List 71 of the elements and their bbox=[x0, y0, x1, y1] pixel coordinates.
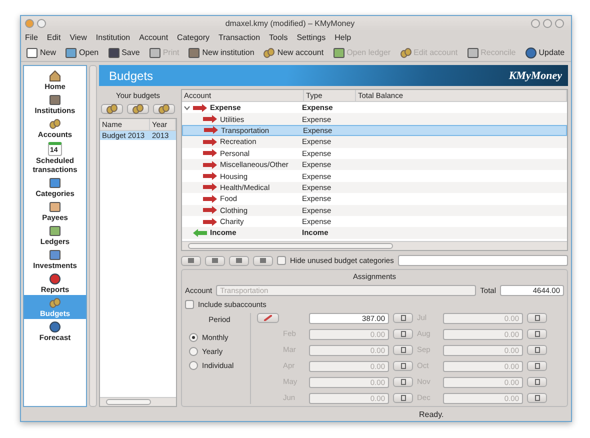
checkbox[interactable] bbox=[277, 256, 286, 265]
clear-button[interactable] bbox=[257, 313, 279, 323]
toolbar-button[interactable]: New bbox=[24, 46, 58, 58]
menu-item[interactable]: Category bbox=[177, 33, 210, 42]
right-arrow-icon bbox=[203, 206, 217, 214]
right-arrow-icon bbox=[203, 160, 217, 169]
calculator-button[interactable] bbox=[527, 329, 547, 339]
coins-icon bbox=[158, 103, 170, 115]
house-icon bbox=[49, 70, 61, 82]
right-arrow-icon bbox=[203, 115, 217, 124]
chevron-icon[interactable] bbox=[184, 104, 190, 111]
right-arrow-icon bbox=[203, 194, 217, 203]
coins-icon bbox=[106, 103, 118, 115]
toolbar-button[interactable]: New institution bbox=[186, 46, 256, 58]
calculator-button[interactable] bbox=[393, 345, 413, 355]
coins-icon bbox=[132, 103, 144, 115]
right-arrow-icon bbox=[203, 172, 217, 180]
menu-item[interactable]: Settings bbox=[296, 33, 326, 42]
calculator-button[interactable] bbox=[527, 345, 547, 355]
coins-icon bbox=[49, 118, 61, 130]
window-title: dmaxel.kmy (modified) – KMyMoney bbox=[224, 19, 356, 28]
right-arrow-icon bbox=[203, 183, 217, 192]
calculator-button[interactable] bbox=[527, 393, 547, 403]
status-text: Ready. bbox=[419, 410, 444, 418]
menu-item[interactable]: File bbox=[25, 33, 38, 42]
calculator-button[interactable] bbox=[527, 313, 547, 323]
search-field[interactable] bbox=[398, 255, 568, 266]
toolbar-button[interactable]: Open bbox=[63, 46, 101, 58]
coins-icon bbox=[49, 297, 61, 309]
scrollbar[interactable] bbox=[182, 241, 567, 250]
right-arrow-icon bbox=[203, 138, 217, 146]
toolbar-button[interactable]: Save bbox=[106, 46, 142, 58]
menu-item[interactable]: Tools bbox=[269, 33, 288, 42]
coins-icon bbox=[400, 46, 412, 58]
right-arrow-icon bbox=[204, 126, 218, 134]
save-button[interactable] bbox=[181, 256, 201, 266]
new-budget-button[interactable] bbox=[101, 104, 123, 114]
radio-button[interactable] bbox=[189, 361, 198, 370]
calculator-button[interactable] bbox=[393, 361, 413, 371]
menu-item[interactable]: View bbox=[70, 33, 87, 42]
right-arrow-icon bbox=[193, 104, 207, 112]
right-arrow-icon bbox=[203, 218, 217, 226]
zoom-out-button[interactable] bbox=[229, 256, 249, 266]
checkbox[interactable] bbox=[185, 300, 194, 309]
menu-item[interactable]: Institution bbox=[96, 33, 130, 42]
toolbar-button[interactable]: New account bbox=[261, 46, 326, 58]
menu-item[interactable]: Transaction bbox=[218, 33, 260, 42]
calculator-button[interactable] bbox=[393, 329, 413, 339]
calculator-button[interactable] bbox=[393, 377, 413, 387]
menu-item[interactable]: Edit bbox=[46, 33, 61, 42]
scrollbar[interactable] bbox=[100, 397, 176, 406]
left-arrow-icon bbox=[193, 228, 207, 237]
delete-button[interactable] bbox=[153, 104, 175, 114]
calculator-button[interactable] bbox=[393, 313, 413, 323]
calculator-button[interactable] bbox=[527, 377, 547, 387]
scrollbar[interactable] bbox=[89, 65, 97, 407]
menu-item[interactable]: Account bbox=[139, 33, 168, 42]
radio-button[interactable] bbox=[189, 333, 198, 342]
right-arrow-icon bbox=[203, 149, 217, 158]
page-title: Budgets bbox=[109, 68, 154, 82]
menu-item[interactable]: Help bbox=[334, 33, 352, 42]
revert-button[interactable] bbox=[205, 256, 225, 266]
app-icon bbox=[25, 19, 34, 28]
rename-button[interactable] bbox=[127, 104, 149, 114]
toolbar-button[interactable]: Update bbox=[522, 46, 567, 58]
calculator-button[interactable] bbox=[393, 393, 413, 403]
calculator-button[interactable] bbox=[527, 361, 547, 371]
coins-icon bbox=[263, 46, 276, 58]
zoom-in-button[interactable] bbox=[253, 256, 273, 266]
logo: KMyMoney bbox=[508, 70, 562, 82]
radio-button[interactable] bbox=[189, 347, 198, 356]
